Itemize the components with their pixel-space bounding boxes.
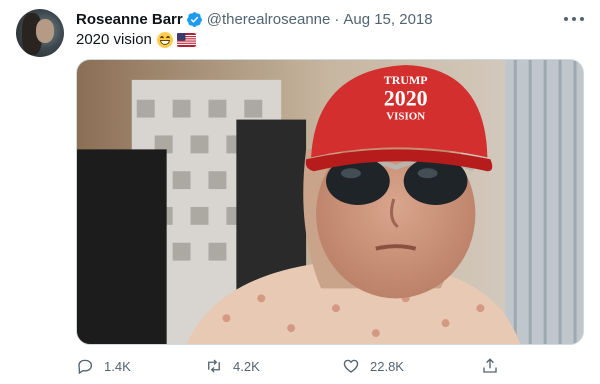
reply-icon xyxy=(78,359,93,375)
more-dot xyxy=(580,17,584,21)
more-dot xyxy=(572,17,576,21)
verified-badge-icon xyxy=(186,11,202,27)
retweet-button[interactable]: 4.2K xyxy=(205,355,260,377)
reply-button[interactable]: 1.4K xyxy=(76,355,131,377)
cap-text-trump: TRUMP xyxy=(384,73,428,87)
more-dot xyxy=(564,17,568,21)
separator-dot: · xyxy=(334,10,340,28)
author-handle[interactable]: @therealroseanne xyxy=(207,11,331,28)
avatar-face xyxy=(36,19,54,43)
retweet-count: 4.2K xyxy=(233,358,260,374)
author-name[interactable]: Roseanne Barr xyxy=(76,11,183,28)
retweet-icon xyxy=(208,359,220,373)
grinning-face-emoji xyxy=(156,31,173,48)
tweet[interactable]: Roseanne Barr @therealroseanne · Aug 15,… xyxy=(0,0,600,384)
us-flag-emoji xyxy=(176,32,196,47)
tweet-text: 2020 vision xyxy=(76,31,196,48)
like-count: 22.8K xyxy=(370,358,404,374)
tweet-image[interactable]: TRUMP 2020 VISION xyxy=(76,59,584,345)
tweet-actions: 1.4K 4.2K 22.8K xyxy=(76,355,506,377)
share-button[interactable] xyxy=(481,355,499,377)
avatar[interactable] xyxy=(16,9,64,57)
tweet-text-content: 2020 vision xyxy=(76,31,152,48)
cap-text-vision: VISION xyxy=(386,111,425,123)
like-button[interactable]: 22.8K xyxy=(342,355,404,377)
tweet-header: Roseanne Barr @therealroseanne · Aug 15,… xyxy=(76,9,433,29)
reply-count: 1.4K xyxy=(104,358,131,374)
tweet-date[interactable]: Aug 15, 2018 xyxy=(343,11,432,28)
more-options-icon[interactable] xyxy=(564,10,584,28)
cap-text-2020: 2020 xyxy=(384,87,428,111)
heart-icon xyxy=(343,359,359,373)
share-icon xyxy=(483,358,497,373)
photo: TRUMP 2020 VISION xyxy=(77,60,583,344)
